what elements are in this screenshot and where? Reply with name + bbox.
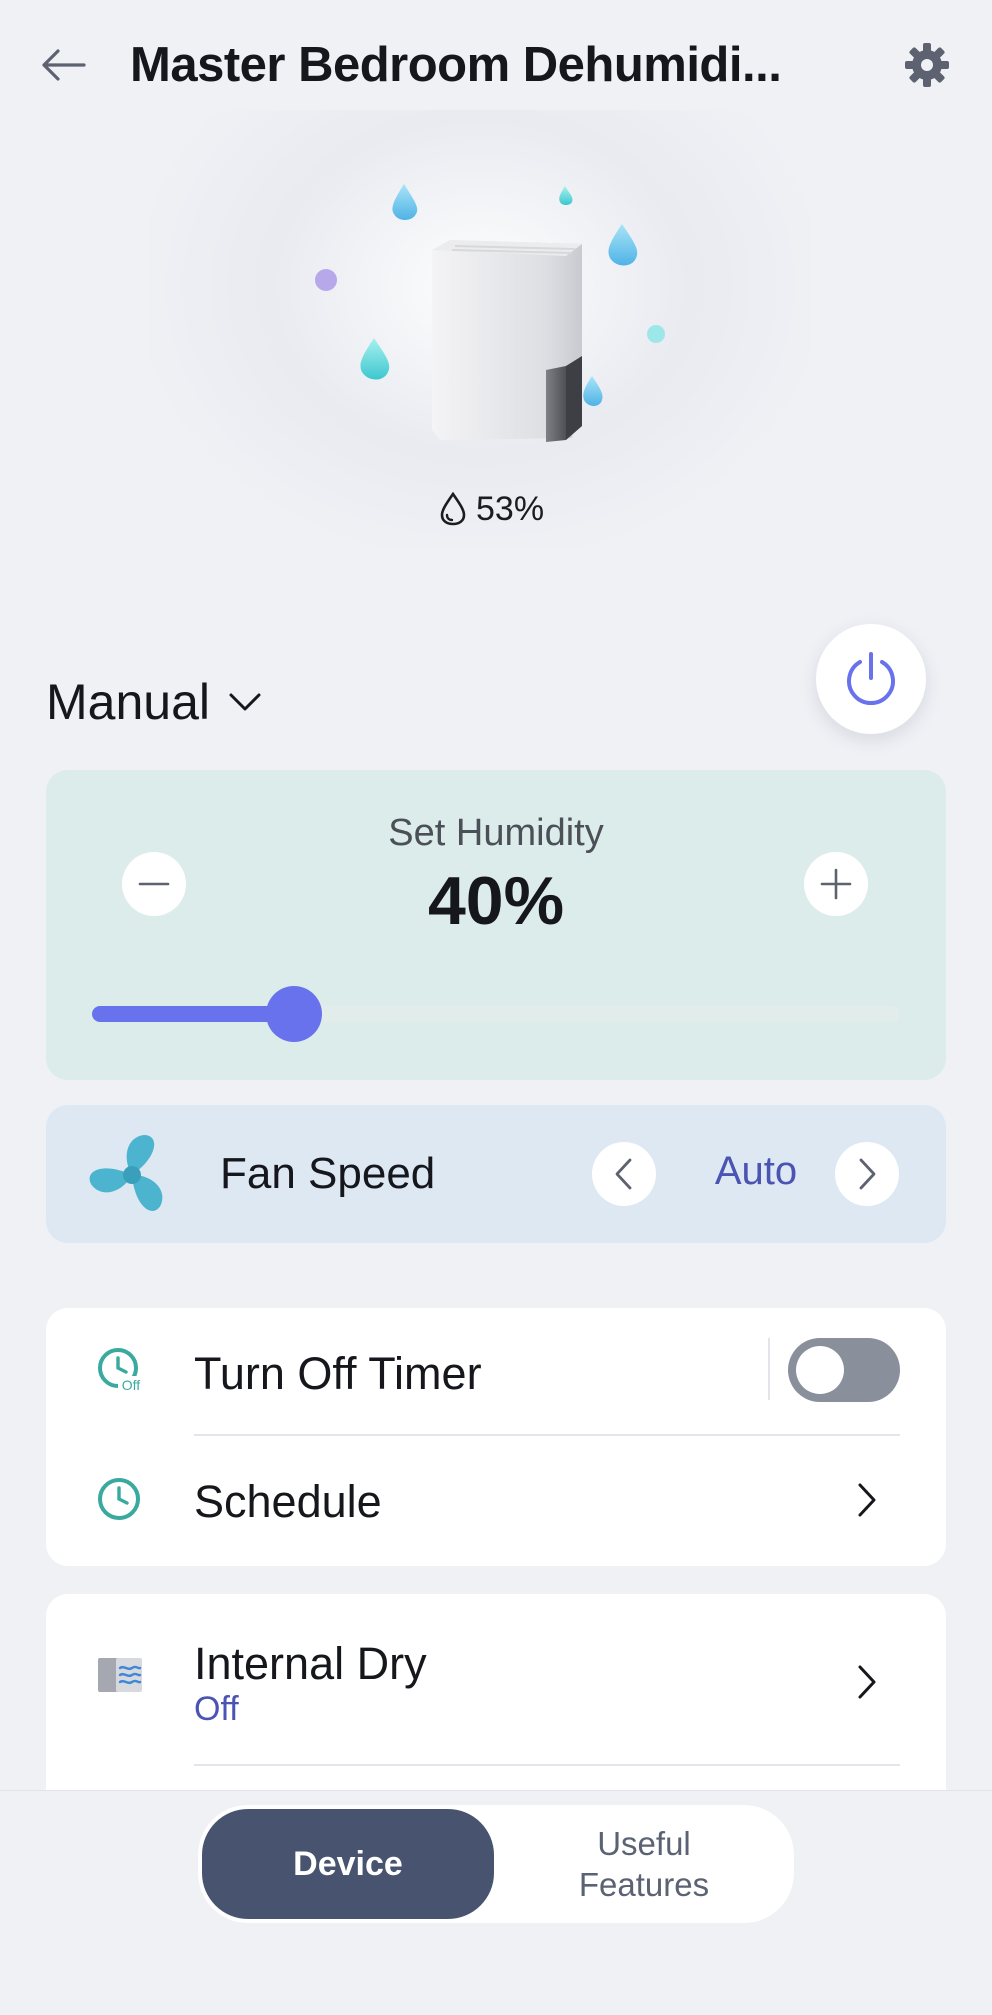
minus-icon xyxy=(138,882,170,886)
internal-dry-label: Internal Dry xyxy=(194,1638,427,1689)
droplet-icon xyxy=(559,186,573,205)
timer-off-icon: Off xyxy=(98,1348,144,1393)
fan-speed-next-button[interactable] xyxy=(835,1142,899,1206)
chevron-left-icon xyxy=(615,1158,632,1190)
fan-speed-value: Auto xyxy=(714,1149,798,1193)
svg-text:Off: Off xyxy=(122,1377,141,1393)
set-humidity-label: Set Humidity xyxy=(388,812,604,854)
chevron-down-icon xyxy=(229,693,261,711)
orb-icon xyxy=(315,269,337,291)
current-humidity: 53% xyxy=(440,484,544,534)
schedule-row[interactable]: Schedule xyxy=(46,1436,946,1566)
mode-dropdown[interactable]: Manual xyxy=(46,672,262,732)
clock-icon xyxy=(98,1478,140,1520)
fan-speed-card: Fan Speed Auto xyxy=(46,1105,946,1243)
fan-icon xyxy=(89,1135,163,1211)
orb-icon xyxy=(647,325,665,343)
increase-humidity-button[interactable] xyxy=(804,852,868,916)
turn-off-timer-toggle[interactable] xyxy=(788,1338,900,1402)
fan-speed-prev-button[interactable] xyxy=(592,1142,656,1206)
dehumidifier-illustration xyxy=(315,184,665,442)
settings-button[interactable] xyxy=(902,40,952,90)
arrow-left-icon xyxy=(42,49,86,81)
water-drop-icon xyxy=(440,492,466,526)
toggle-separator xyxy=(768,1338,770,1400)
droplet-icon xyxy=(583,376,603,406)
turn-off-timer-label: Turn Off Timer xyxy=(194,1348,482,1399)
schedule-label: Schedule xyxy=(194,1476,382,1527)
current-humidity-value: 53% xyxy=(476,489,545,528)
internal-dry-icon xyxy=(98,1658,142,1692)
set-humidity-card: Set Humidity 40% xyxy=(46,770,946,1080)
bottom-tab-bar: Device Useful Features xyxy=(0,1790,992,2015)
toggle-knob xyxy=(796,1346,844,1394)
fan-speed-label: Fan Speed xyxy=(220,1149,436,1198)
gear-icon xyxy=(905,43,949,87)
page-title: Master Bedroom Dehumidi... xyxy=(130,38,782,92)
internal-dry-status: Off xyxy=(194,1690,239,1728)
power-button[interactable] xyxy=(816,624,926,734)
humidity-slider-thumb[interactable] xyxy=(266,986,322,1042)
back-button[interactable] xyxy=(38,40,88,90)
humidity-slider-fill xyxy=(92,1006,294,1022)
tab-device[interactable]: Device xyxy=(202,1809,494,1919)
tab-switcher: Device Useful Features xyxy=(198,1805,794,1923)
timer-schedule-card: Off Turn Off Timer Schedule xyxy=(46,1308,946,1566)
turn-off-timer-row: Off Turn Off Timer xyxy=(46,1308,946,1436)
droplet-icon xyxy=(392,184,418,220)
tab-useful-features[interactable]: Useful Features xyxy=(498,1809,790,1919)
droplet-icon xyxy=(360,338,390,380)
internal-dry-row[interactable]: Internal Dry Off xyxy=(46,1594,946,1764)
chevron-right-icon xyxy=(858,1483,876,1517)
chevron-right-icon xyxy=(859,1158,876,1190)
humidity-slider[interactable] xyxy=(92,986,900,1042)
mode-label: Manual xyxy=(46,674,210,730)
decrease-humidity-button[interactable] xyxy=(122,852,186,916)
device-screen: Master Bedroom Dehumidi... 53% Manual Se… xyxy=(0,0,992,2015)
row-divider xyxy=(194,1764,900,1766)
droplet-icon xyxy=(608,224,638,266)
plus-icon xyxy=(820,868,852,900)
power-icon xyxy=(847,652,895,706)
chevron-right-icon xyxy=(858,1665,876,1699)
